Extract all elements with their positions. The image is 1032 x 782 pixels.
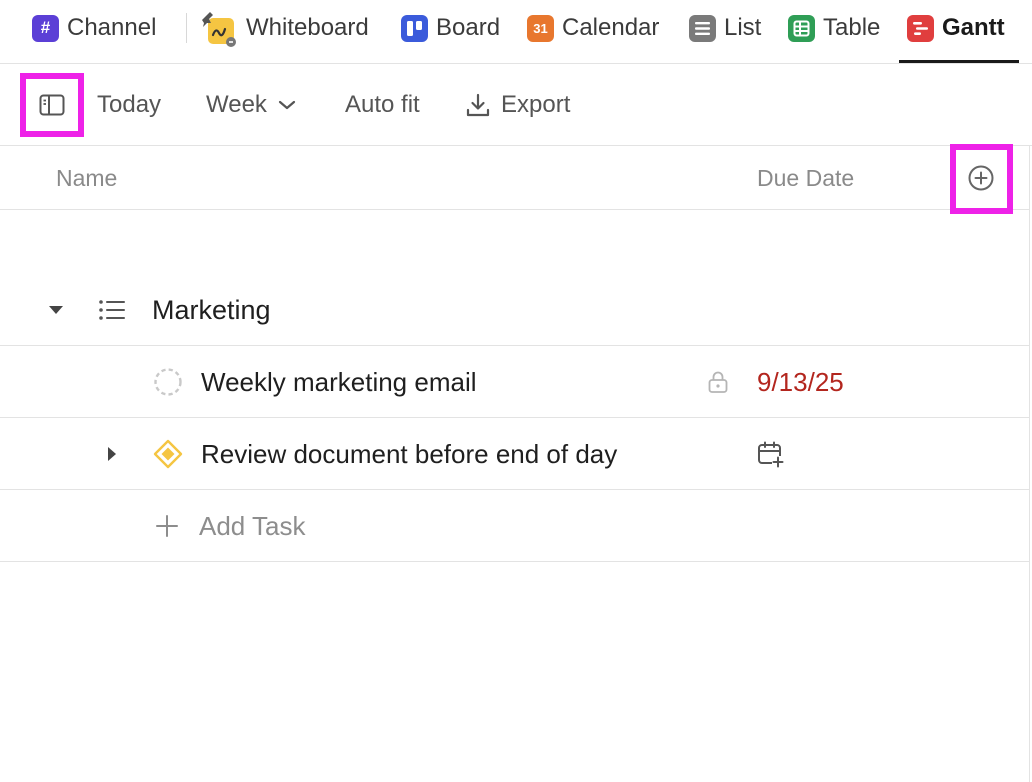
download-icon (465, 92, 491, 118)
milestone-diamond-icon[interactable] (153, 418, 183, 490)
column-due-date-header[interactable]: Due Date (757, 146, 854, 210)
calendar-icon: 31 (527, 14, 554, 42)
gantt-toolbar: Today Week Auto fit Export (0, 64, 1032, 146)
add-task-label: Add Task (199, 510, 306, 541)
tab-label: Whiteboard (246, 14, 369, 41)
calendar-add-icon (757, 440, 785, 468)
hash-icon: # (32, 14, 59, 42)
gantt-icon (907, 14, 934, 42)
group-row-marketing[interactable]: Marketing (0, 274, 1029, 346)
list-icon (98, 274, 126, 346)
column-due-date-label: Due Date (757, 164, 855, 191)
status-todo-icon[interactable] (153, 346, 183, 418)
task-row[interactable]: Review document before end of day (0, 418, 1029, 490)
panel-divider (1029, 146, 1030, 782)
task-name[interactable]: Weekly marketing email (201, 346, 477, 418)
tab-board[interactable]: Board (401, 10, 500, 46)
add-task-row[interactable]: Add Task (0, 490, 1029, 562)
tab-label: Calendar (562, 14, 660, 41)
column-name-header[interactable]: Name (56, 146, 117, 210)
auto-fit-label: Auto fit (345, 91, 420, 118)
group-name: Marketing (152, 294, 271, 325)
tab-gantt[interactable]: Gantt (907, 10, 1005, 46)
table-icon (788, 14, 815, 42)
time-scale-dropdown[interactable]: Week (206, 64, 297, 146)
lock-icon (707, 346, 729, 418)
gantt-view: # Channel Whiteboard Board 31 Calendar L… (0, 0, 1032, 782)
list-icon (689, 14, 716, 42)
collapse-group-toggle[interactable] (44, 274, 68, 346)
export-button[interactable]: Export (465, 64, 570, 146)
auto-fit-button[interactable]: Auto fit (345, 64, 420, 146)
active-tab-indicator (899, 60, 1019, 63)
highlight-marker (950, 144, 1013, 214)
tab-label: Gantt (942, 14, 1005, 41)
tab-label: Table (823, 14, 881, 41)
expand-subtasks-toggle[interactable] (102, 418, 122, 490)
tab-list[interactable]: List (689, 10, 761, 46)
task-row[interactable]: Weekly marketing email 9/13/25 (0, 346, 1029, 418)
column-name-label: Name (56, 164, 118, 191)
whiteboard-icon (198, 8, 238, 48)
export-label: Export (501, 91, 571, 118)
tab-table[interactable]: Table (788, 10, 880, 46)
tab-divider (186, 13, 187, 43)
task-due-date[interactable]: 9/13/25 (757, 346, 844, 418)
tab-calendar[interactable]: 31 Calendar (527, 10, 659, 46)
plus-icon (155, 490, 179, 562)
caret-down-icon (47, 304, 65, 316)
tab-label: List (724, 14, 762, 41)
task-name[interactable]: Review document before end of day (201, 418, 617, 490)
view-tab-bar: # Channel Whiteboard Board 31 Calendar L… (0, 0, 1032, 64)
board-icon (401, 14, 428, 42)
column-header-row: Name Due Date (0, 146, 1030, 210)
tab-channel[interactable]: # Channel (32, 10, 156, 46)
set-due-date-button[interactable] (757, 418, 785, 490)
tab-label: Channel (67, 14, 157, 41)
chevron-down-icon (277, 99, 297, 111)
tab-whiteboard[interactable]: Whiteboard (198, 8, 369, 48)
highlight-marker (20, 73, 84, 137)
time-scale-label: Week (206, 91, 267, 118)
today-label: Today (97, 91, 162, 118)
today-button[interactable]: Today (97, 64, 161, 146)
tab-label: Board (436, 14, 501, 41)
caret-right-icon (106, 445, 118, 463)
